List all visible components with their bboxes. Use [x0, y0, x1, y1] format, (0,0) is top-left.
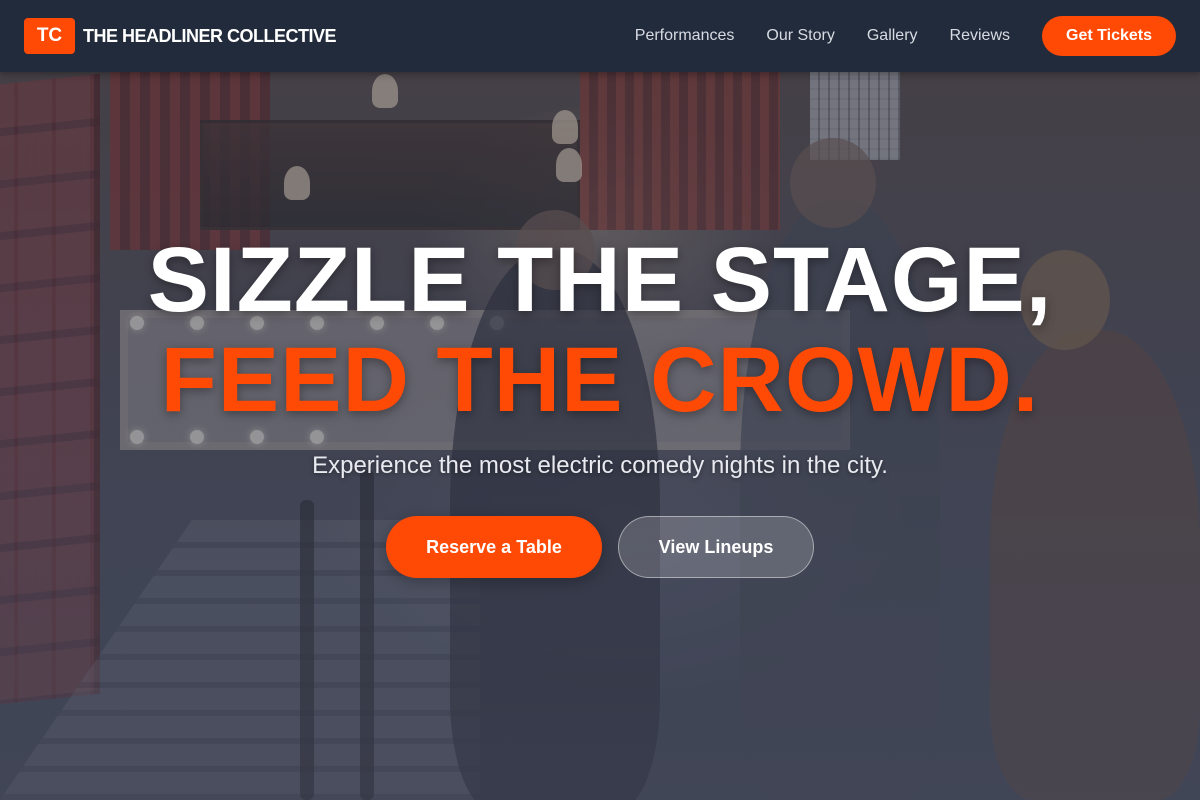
brand-name: THE HEADLINER COLLECTIVE — [83, 25, 337, 46]
hero-headline-line2: FEED THE CROWD. — [160, 329, 1040, 431]
nav-link-gallery[interactable]: Gallery — [867, 27, 918, 45]
top-navbar: TC THE HEADLINER COLLECTIVE Performances… — [0, 0, 1200, 72]
nav-link-reviews[interactable]: Reviews — [950, 27, 1010, 45]
hero-section: SIZZLE THE STAGE, FEED THE CROWD. Experi… — [0, 230, 1200, 578]
get-tickets-button[interactable]: Get Tickets — [1042, 16, 1176, 56]
nav-link-our-story[interactable]: Our Story — [766, 27, 834, 45]
nav-link-performances[interactable]: Performances — [635, 27, 735, 45]
reserve-table-button[interactable]: Reserve a Table — [386, 516, 602, 578]
logo-badge: TC — [24, 18, 75, 54]
nav-links: Performances Our Story Gallery Reviews G… — [635, 16, 1176, 56]
brand-logo[interactable]: TC THE HEADLINER COLLECTIVE — [24, 18, 337, 54]
hero-subtitle: Experience the most electric comedy nigh… — [312, 452, 888, 479]
hero-cta-group: Reserve a Table View Lineups — [0, 516, 1200, 578]
hero-headline-line1: SIZZLE THE STAGE, — [147, 229, 1053, 331]
view-lineups-button[interactable]: View Lineups — [618, 516, 814, 578]
